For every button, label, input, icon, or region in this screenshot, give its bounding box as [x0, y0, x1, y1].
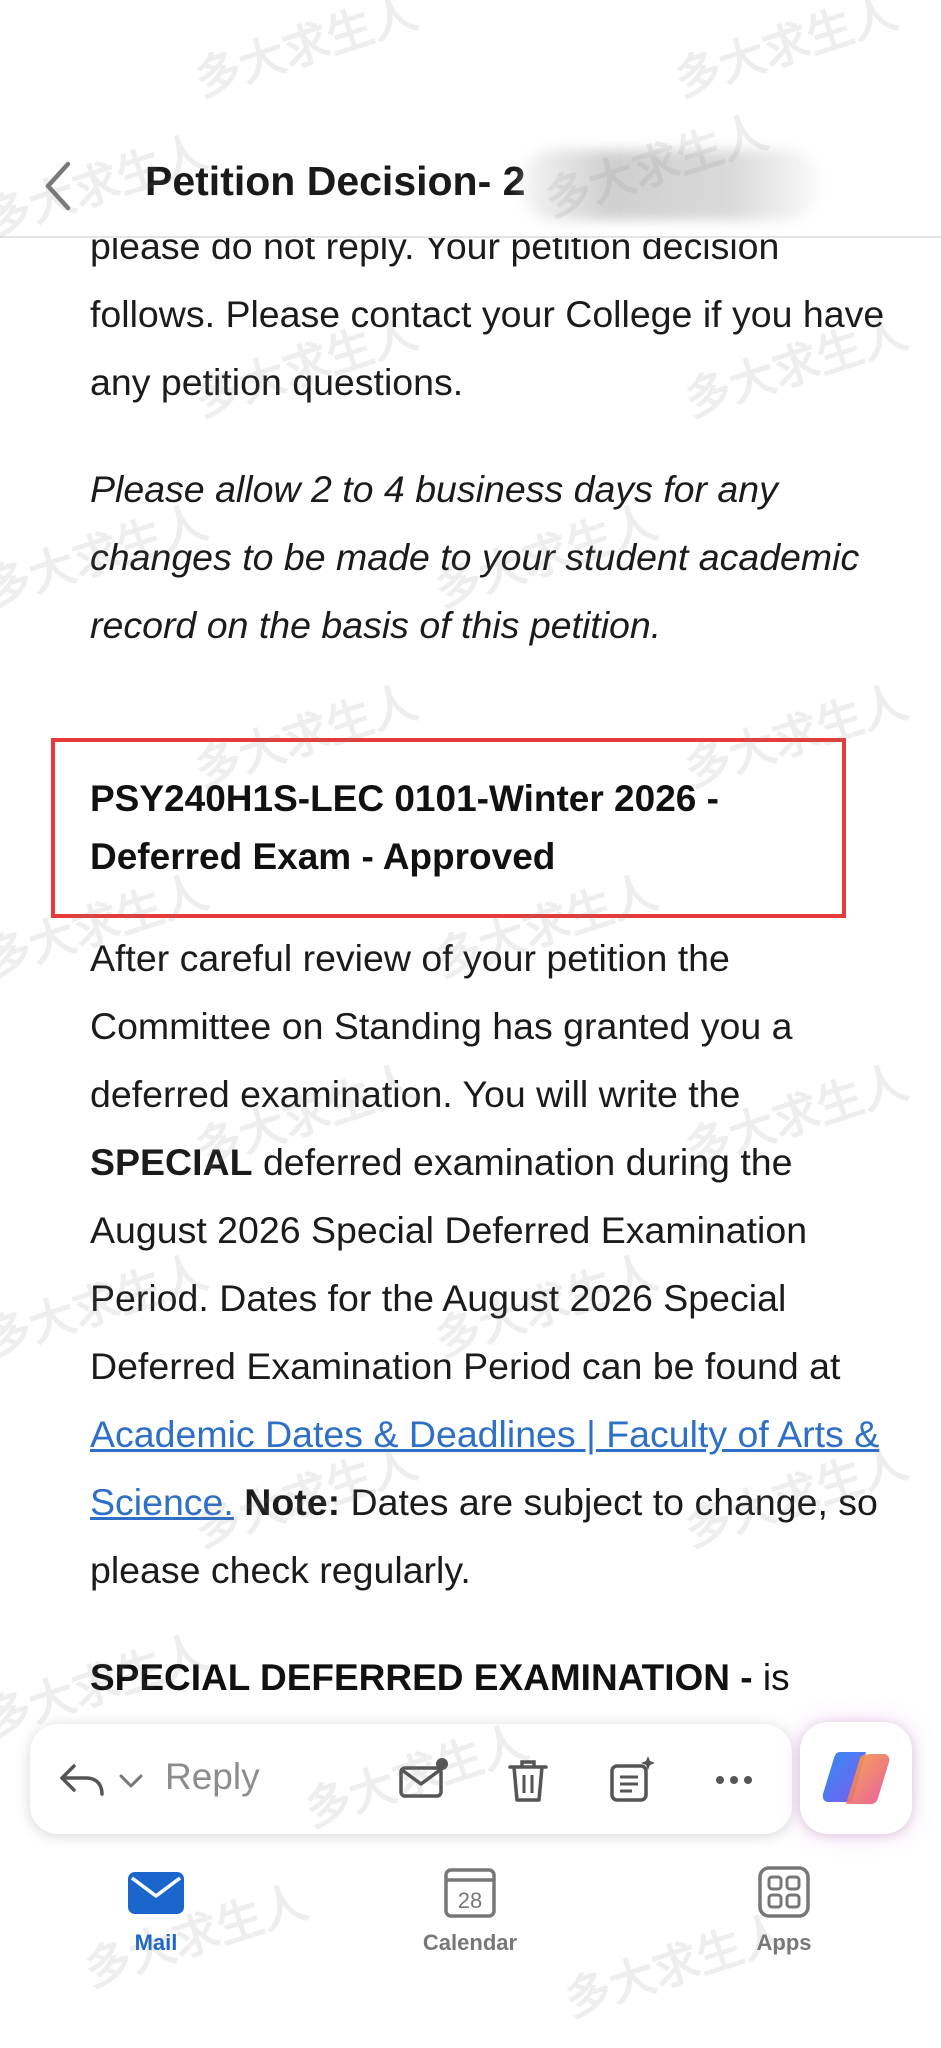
- special-exam-heading: SPECIAL DEFERRED EXAMINATION - is: [90, 1644, 790, 1712]
- email-paragraph-processing-note: Please allow 2 to 4 business days for an…: [90, 468, 860, 646]
- apps-grid-icon: [758, 1866, 810, 1918]
- tab-calendar[interactable]: 28 Calendar: [380, 1866, 560, 1956]
- special-exam-heading-rest: is: [752, 1657, 790, 1698]
- reply-icon[interactable]: [54, 1752, 110, 1808]
- tab-mail-label: Mail: [134, 1930, 178, 1955]
- envelope-unread-icon[interactable]: [396, 1752, 452, 1808]
- more-icon[interactable]: [706, 1752, 762, 1808]
- special-keyword: SPECIAL: [90, 1141, 253, 1183]
- tab-calendar-label: Calendar: [422, 1930, 518, 1955]
- message-action-bar: Reply: [30, 1724, 792, 1834]
- mail-icon: [128, 1872, 184, 1914]
- calendar-date: 28: [458, 1888, 482, 1913]
- email-paragraph-intro: please do not reply. Your petition decis…: [90, 225, 885, 403]
- tab-apps[interactable]: Apps: [694, 1866, 874, 1956]
- decision-intro-text: After careful review of your petition th…: [90, 937, 793, 1115]
- note-label: Note:: [244, 1481, 341, 1523]
- decision-line-1: PSY240H1S-LEC 0101-Winter 2026 -: [90, 778, 719, 819]
- redacted-subject-part: [520, 150, 820, 220]
- header-divider: [0, 236, 941, 238]
- copilot-icon: [822, 1752, 890, 1804]
- message-header: Petition Decision- 2: [0, 0, 941, 238]
- decision-details: After careful review of your petition th…: [90, 924, 900, 1604]
- copilot-button[interactable]: [800, 1722, 912, 1834]
- message-subject: Petition Decision- 2: [145, 158, 526, 204]
- chevron-left-icon[interactable]: [40, 158, 76, 214]
- decision-heading: PSY240H1S-LEC 0101-Winter 2026 - Deferre…: [90, 770, 850, 886]
- bottom-tab-bar: Mail 28 Calendar Apps: [0, 1846, 941, 2048]
- decision-line-2: Deferred Exam - Approved: [90, 836, 556, 877]
- summary-icon[interactable]: [604, 1752, 660, 1808]
- chevron-down-icon[interactable]: [116, 1752, 146, 1808]
- calendar-icon: 28: [444, 1868, 496, 1918]
- reply-button[interactable]: Reply: [165, 1756, 260, 1798]
- tab-apps-label: Apps: [756, 1930, 812, 1955]
- trash-icon[interactable]: [500, 1752, 556, 1808]
- special-exam-heading-text: SPECIAL DEFERRED EXAMINATION -: [90, 1657, 753, 1698]
- tab-mail[interactable]: Mail: [66, 1866, 246, 1956]
